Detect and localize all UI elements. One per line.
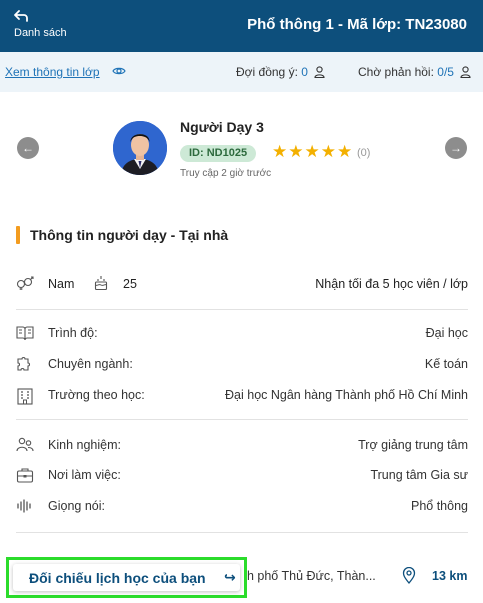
tutor-name[interactable]: Người Dạy 3 xyxy=(180,119,264,135)
chevron-left-icon[interactable]: ← xyxy=(17,137,39,159)
briefcase-icon xyxy=(16,467,34,483)
rating-stars: ★★★★★ xyxy=(272,142,354,161)
detail-row-major: Chuyên ngành: Kế toán xyxy=(16,354,468,374)
divider xyxy=(16,309,468,310)
rating-count: (0) xyxy=(357,147,371,159)
max-students-text: Nhận tối đa 5 học viên / lớp xyxy=(315,277,468,291)
user-icon xyxy=(460,66,471,78)
detail-label: Kinh nghiệm: xyxy=(48,438,121,452)
user-icon xyxy=(314,66,325,78)
detail-row-voice: Giọng nói: Phổ thông xyxy=(16,496,468,516)
avatar xyxy=(113,121,167,175)
detail-row-school: Trường theo học: Đại học Ngân hàng Thành… xyxy=(16,385,468,405)
divider xyxy=(16,419,468,420)
detail-row-experience: Kinh nghiệm: Trợ giảng trung tâm xyxy=(16,435,468,455)
detail-label: Giọng nói: xyxy=(48,499,105,513)
gender-icon xyxy=(16,276,34,293)
basic-info-row: Nam 25 Nhận tối đa 5 học viên / lớp xyxy=(16,274,468,294)
birthday-cake-icon xyxy=(94,275,108,294)
detail-label: Trình độ: xyxy=(48,326,98,340)
back-button[interactable]: Danh sách xyxy=(14,10,67,39)
detail-value: Kế toán xyxy=(424,357,468,371)
distance-text: 13 km xyxy=(432,569,468,583)
section-accent-bar xyxy=(16,226,20,244)
voice-wave-icon xyxy=(16,498,34,514)
users-icon xyxy=(16,437,34,453)
agreed-label: Đợi đồng ý: xyxy=(236,65,302,79)
compare-schedule-button[interactable]: Đối chiếu lịch học của bạn ↪ xyxy=(13,564,240,591)
eye-icon[interactable] xyxy=(112,64,126,78)
detail-label: Nơi làm việc: xyxy=(48,468,121,482)
back-label: Danh sách xyxy=(14,27,67,39)
building-icon xyxy=(16,387,34,405)
class-subbar: Xem thông tin lớp Đợi đồng ý: 0 Chờ phản… xyxy=(0,52,483,92)
book-icon xyxy=(16,325,34,341)
detail-value: Trợ giảng trung tâm xyxy=(358,438,468,452)
address-text: nh phố Thủ Đức, Thàn... xyxy=(240,569,376,583)
view-class-info-link[interactable]: Xem thông tin lớp xyxy=(5,65,100,79)
compare-schedule-label: Đối chiếu lịch học của bạn xyxy=(29,570,206,586)
detail-value: Đại học Ngân hàng Thành phố Hồ Chí Minh xyxy=(225,388,468,402)
detail-value: Trung tâm Gia sư xyxy=(370,468,468,482)
tutor-id-badge: ID: ND1025 xyxy=(180,145,257,162)
section-title: Thông tin người dạy - Tại nhà xyxy=(30,227,229,243)
back-arrow-icon xyxy=(14,10,67,25)
chevron-right-icon[interactable]: → xyxy=(445,137,467,159)
app-header: Danh sách Phổ thông 1 - Mã lớp: TN23080 xyxy=(0,0,483,52)
agreed-count[interactable]: Đợi đồng ý: 0 xyxy=(236,65,325,79)
age-value: 25 xyxy=(123,277,137,291)
last-access-text: Truy cập 2 giờ trước xyxy=(180,168,272,179)
pending-label: Chờ phản hồi: xyxy=(358,65,438,79)
detail-value: Đại học xyxy=(425,326,468,340)
compare-schedule-highlight: Đối chiếu lịch học của bạn ↪ xyxy=(6,557,247,598)
puzzle-icon xyxy=(16,356,34,372)
detail-row-workplace: Nơi làm việc: Trung tâm Gia sư xyxy=(16,465,468,485)
pending-value: 0/5 xyxy=(437,65,454,79)
page-title: Phổ thông 1 - Mã lớp: TN23080 xyxy=(247,16,467,33)
divider xyxy=(16,532,468,533)
redirect-arrow-icon: ↪ xyxy=(224,569,236,585)
map-pin-icon[interactable] xyxy=(402,566,416,589)
detail-value: Phổ thông xyxy=(411,499,468,513)
detail-label: Trường theo học: xyxy=(48,388,145,402)
detail-label: Chuyên ngành: xyxy=(48,357,133,371)
pending-count[interactable]: Chờ phản hồi: 0/5 xyxy=(358,65,471,79)
agreed-value: 0 xyxy=(301,65,308,79)
gender-value: Nam xyxy=(48,277,75,291)
detail-row-level: Trình độ: Đại học xyxy=(16,323,468,343)
